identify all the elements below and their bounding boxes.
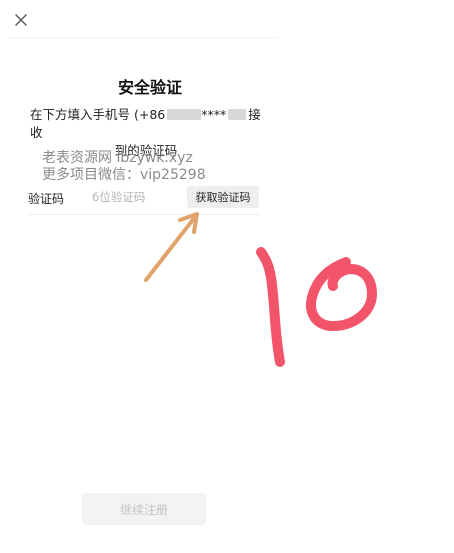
verification-code-input[interactable]: [92, 187, 182, 207]
header-divider: [8, 37, 278, 38]
watermark-line: 更多项目微信：vip25298: [42, 167, 206, 183]
close-icon: [15, 14, 27, 26]
code-field-underline: [28, 214, 260, 215]
instruction-masked-middle: ****: [201, 107, 227, 122]
masked-phone-segment: [228, 109, 247, 120]
masked-phone-segment: [167, 109, 202, 120]
instruction-prefix: 在下方填入手机号 (+86: [30, 107, 166, 122]
close-button[interactable]: [12, 11, 30, 29]
continue-register-button[interactable]: 继续注册: [82, 493, 206, 525]
verification-code-row: 验证码 获取验证码: [28, 186, 262, 210]
handwritten-mark-icon: [256, 247, 377, 367]
page-title: 安全验证: [117, 78, 182, 97]
watermark-text: 老表资源网 lbzywk.xyz 更多项目微信：vip25298: [42, 150, 206, 184]
get-code-button[interactable]: 获取验证码: [187, 186, 259, 208]
arrow-annotation-icon: [144, 212, 199, 282]
watermark-line: 老表资源网 lbzywk.xyz: [42, 150, 193, 166]
code-field-label: 验证码: [28, 192, 65, 206]
